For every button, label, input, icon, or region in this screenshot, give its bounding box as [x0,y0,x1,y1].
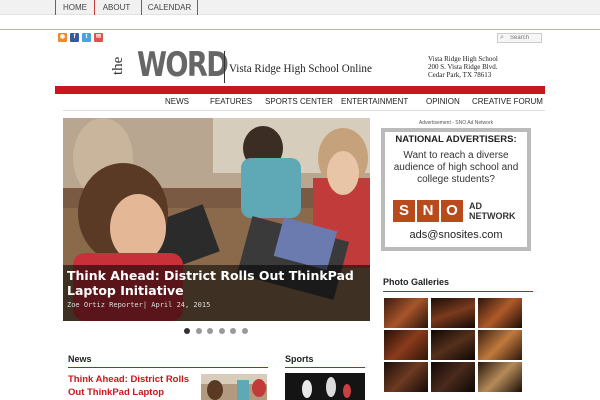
logo-divider [224,51,225,83]
sports-heading: Sports [285,354,314,364]
nav-divider [63,110,545,111]
sno-ad-line: AD [469,201,482,211]
gallery-thumbnail[interactable] [384,330,428,360]
topnav-home-link[interactable]: HOME [55,0,94,15]
logo-word[interactable]: WORD [137,46,229,84]
news-item-title[interactable]: Think Ahead: District Rolls Out ThinkPad… [68,373,198,399]
gallery-thumbnail[interactable] [431,330,475,360]
sno-logo-letter: O [441,200,463,222]
school-address: Vista Ridge High School 200 S. Vista Rid… [428,55,498,79]
ad-email[interactable]: ads@snosites.com [385,229,527,242]
nav-sports-center[interactable]: SPORTS CENTER [265,96,333,108]
nav-features[interactable]: FEATURES [210,96,252,108]
slider-dot[interactable] [230,328,236,334]
nav-opinion[interactable]: OPINION [426,96,460,108]
nav-entertainment[interactable]: ENTERTAINMENT [341,96,408,108]
news-rule [68,367,268,368]
sno-logo-text: AD NETWORK [469,201,516,221]
slider-dot[interactable] [218,328,225,334]
sports-rule [285,367,365,368]
sno-network-line: NETWORK [469,211,516,221]
ad-label: Advertisement - SNO Ad Network [418,120,494,126]
gallery-thumbnail[interactable] [384,298,428,328]
gallery-thumbnail[interactable] [431,298,475,328]
news-item-thumbnail[interactable] [201,374,267,400]
address-line: Cedar Park, TX 78613 [428,71,492,79]
twitter-icon[interactable]: t [82,33,91,42]
top-bar: HOME ABOUT CALENDAR [0,0,600,15]
gallery-thumbnail[interactable] [478,298,522,328]
gallery-thumbnail[interactable] [478,362,522,392]
ad-body: Want to reach a diverse audience of high… [393,150,519,185]
slider-dot[interactable] [184,328,190,334]
email-icon[interactable]: ✉ [94,33,103,42]
site-tagline: Vista Ridge High School Online [229,61,372,75]
slider-dot[interactable] [195,328,202,334]
header-divider [0,29,600,30]
news-heading: News [68,354,92,364]
nav-creative-forum[interactable]: CREATIVE FORUM [472,96,543,108]
masthead-red-bar [55,86,545,94]
sno-logo-letter: N [417,200,439,222]
rss-icon[interactable]: ◉ [58,33,67,42]
gallery-thumbnail[interactable] [431,362,475,392]
photo-galleries-heading: Photo Galleries [383,277,450,287]
slide-headline[interactable]: Think Ahead: District Rolls Out ThinkPad… [67,268,367,298]
facebook-icon[interactable]: f [70,33,79,42]
address-line: 200 S. Vista Ridge Blvd. [428,63,498,71]
topnav-calendar-link[interactable]: CALENDAR [141,0,198,15]
gallery-thumbnail[interactable] [478,330,522,360]
search-icon[interactable]: ⌕ [500,34,508,42]
photo-galleries-rule [383,291,533,292]
sno-logo-letter: S [393,200,415,222]
sports-thumbnail[interactable] [285,373,365,400]
slider-dot[interactable] [207,328,213,334]
topnav-about-link[interactable]: ABOUT [94,0,138,15]
address-line: Vista Ridge High School [428,55,498,63]
slider-dot[interactable] [241,328,248,334]
ad-headline: NATIONAL ADVERTISERS: [395,134,517,145]
slide-byline: Zoe Ortiz Reporter| April 24, 2015 [67,301,211,309]
gallery-thumbnail[interactable] [384,362,428,392]
nav-news[interactable]: NEWS [165,96,189,108]
